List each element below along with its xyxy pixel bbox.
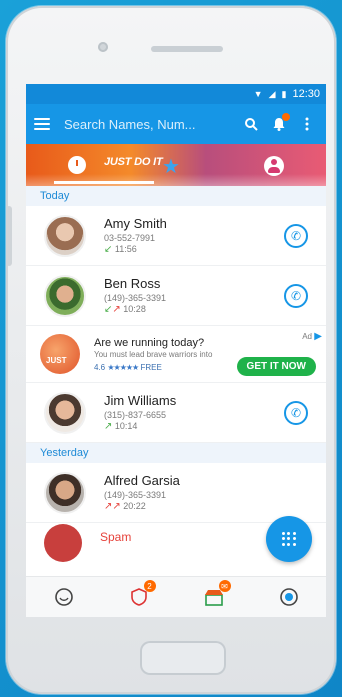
tabs-banner: JUST DO IT ★	[26, 144, 326, 186]
call-time: 10:28	[123, 304, 146, 314]
section-header-today: Today	[26, 186, 326, 206]
contact-name: Jim Williams	[104, 393, 177, 408]
signal-icon: ◢	[268, 88, 276, 99]
avatar	[44, 391, 86, 434]
status-time: 12:30	[292, 88, 320, 100]
ad-image: JUST	[40, 334, 80, 374]
block-badge: 2	[143, 580, 156, 592]
dialpad-button[interactable]	[266, 516, 312, 562]
spam-avatar	[44, 524, 82, 562]
avatar	[44, 214, 86, 257]
section-header-yesterday: Yesterday	[26, 443, 326, 463]
bottom-navigation: 2 ✉	[26, 576, 326, 617]
spam-label: Spam	[100, 530, 132, 544]
wifi-icon: ▼	[253, 89, 263, 99]
call-row[interactable]: Ben Ross (149)-365-3391 ↙↗ 10:28 ✆	[26, 266, 326, 326]
side-button	[6, 206, 12, 266]
ad-label: Ad	[302, 332, 312, 341]
global-search-icon[interactable]	[277, 585, 301, 609]
contact-number: (149)-365-3391	[104, 490, 167, 500]
overflow-menu-icon[interactable]	[296, 117, 318, 131]
banner-brand-text: JUST DO IT	[104, 156, 163, 168]
home-button[interactable]	[140, 641, 226, 675]
tab-favorites-star-icon[interactable]: ★	[162, 154, 180, 179]
call-time: 10:14	[114, 421, 138, 431]
sponsored-ad[interactable]: JUST Are we running today? You must lead…	[26, 326, 326, 383]
dialpad-icon	[282, 532, 296, 546]
status-bar: ▼ ◢ ▮ 12:30	[26, 84, 326, 104]
ad-image-text: JUST	[46, 356, 67, 365]
contact-name: Amy Smith	[104, 216, 167, 231]
tab-contacts-person-icon[interactable]	[264, 156, 284, 176]
front-camera	[98, 42, 108, 52]
battery-icon: ▮	[281, 88, 287, 99]
call-phone-icon[interactable]: ✆	[284, 400, 308, 425]
avatar	[44, 274, 86, 317]
store-icon[interactable]: ✉	[202, 580, 231, 609]
call-row[interactable]: Amy Smith 03-552-7991 ↙ 11:56 ✆	[26, 206, 326, 266]
notification-bell-icon[interactable]	[268, 113, 290, 131]
block-shield-icon[interactable]: 2	[127, 580, 156, 609]
outgoing-call-icon: ↗	[104, 421, 113, 432]
outgoing-call-icon: ↗	[112, 304, 121, 315]
outgoing-call-icon: ↗↗	[104, 501, 121, 512]
notification-badge	[282, 113, 290, 121]
avatar	[44, 471, 86, 514]
caller-id-icon[interactable]	[52, 585, 76, 609]
call-row[interactable]: Alfred Garsia (149)-365-3391 ↗↗ 20:22	[26, 463, 326, 523]
call-time: 20:22	[123, 501, 146, 511]
search-input[interactable]: Search Names, Num...	[64, 117, 234, 132]
ad-price: FREE	[140, 362, 162, 372]
tab-recents-clock-icon[interactable]	[68, 156, 86, 174]
app-bar: Search Names, Num...	[26, 104, 326, 144]
get-it-now-button[interactable]: GET IT NOW	[236, 357, 316, 376]
ad-title: Are we running today?	[94, 336, 205, 349]
contact-number: (149)-365-3391	[104, 293, 167, 303]
store-badge-icon: ✉	[218, 580, 231, 592]
contact-number: 03-552-7991	[104, 233, 156, 243]
ad-choices-icon[interactable]: ▶	[314, 331, 322, 342]
incoming-call-icon: ↙	[104, 244, 113, 255]
rating-stars-icon: ★★★★★	[107, 362, 139, 372]
contact-name: Ben Ross	[104, 276, 161, 291]
search-icon[interactable]	[240, 117, 262, 131]
speaker-grille	[151, 46, 223, 52]
active-tab-indicator	[54, 181, 154, 184]
contact-number: (315)-837-6655	[104, 410, 167, 420]
call-phone-icon[interactable]: ✆	[284, 283, 308, 308]
call-phone-icon[interactable]: ✆	[284, 223, 308, 248]
call-row[interactable]: Jim Williams (315)-837-6655 ↗ 10:14 ✆	[26, 383, 326, 443]
contact-name: Alfred Garsia	[104, 473, 180, 488]
menu-icon[interactable]	[34, 118, 50, 130]
phone-screen: ▼ ◢ ▮ 12:30 Search Names, Num... JUST DO…	[26, 84, 326, 617]
call-time: 11:56	[114, 244, 137, 254]
